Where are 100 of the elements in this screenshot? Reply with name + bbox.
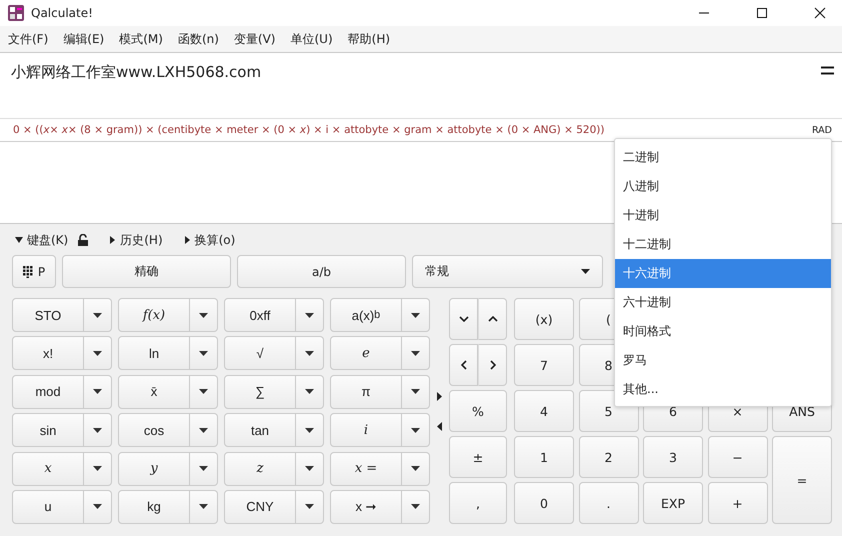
- key-menu-button[interactable]: [84, 336, 112, 370]
- calculator-key[interactable]: 3: [643, 436, 703, 478]
- calculator-key[interactable]: .: [578, 482, 638, 524]
- section-toggle[interactable]: 换算(o): [194, 232, 236, 248]
- function-key[interactable]: STO: [12, 298, 84, 332]
- calculator-key[interactable]: 4: [514, 390, 574, 432]
- function-key[interactable]: √: [224, 336, 296, 370]
- function-key[interactable]: x ➞: [330, 490, 402, 524]
- expand-left-icon[interactable]: [437, 422, 442, 430]
- expanded-icon[interactable]: [15, 236, 23, 244]
- key-menu-button[interactable]: [402, 413, 430, 448]
- menu-item[interactable]: 模式(M): [119, 30, 163, 48]
- key-menu-button[interactable]: [296, 413, 324, 448]
- function-key[interactable]: u: [12, 490, 84, 524]
- calculator-key[interactable]: 1: [514, 436, 574, 478]
- close-icon[interactable]: [814, 7, 826, 19]
- calculator-key[interactable]: ,: [449, 482, 507, 524]
- menu-item[interactable]: 文件(F): [8, 30, 48, 48]
- calculator-key[interactable]: +: [708, 482, 768, 524]
- calculator-key[interactable]: −: [708, 436, 768, 478]
- caret-icon: [411, 428, 420, 433]
- collapsed-icon[interactable]: [108, 236, 116, 244]
- key-menu-button[interactable]: [402, 452, 430, 486]
- function-key[interactable]: tan: [224, 413, 296, 448]
- lock-icon[interactable]: [78, 234, 88, 246]
- key-menu-button[interactable]: [296, 452, 324, 486]
- key-menu-button[interactable]: [84, 452, 112, 486]
- caret-icon: [305, 389, 314, 394]
- function-key[interactable]: x =: [330, 452, 402, 486]
- keypad-toggle-button[interactable]: P: [12, 255, 56, 288]
- function-key[interactable]: x: [12, 452, 84, 486]
- function-key[interactable]: kg: [118, 490, 190, 524]
- function-key[interactable]: 0xff: [224, 298, 296, 332]
- calculator-key[interactable]: 7: [514, 344, 574, 386]
- maximize-icon[interactable]: [756, 7, 768, 19]
- caret-icon: [93, 504, 102, 510]
- key-menu-button[interactable]: [402, 374, 430, 409]
- expand-right-icon[interactable]: [437, 392, 442, 400]
- key-menu-button[interactable]: [84, 490, 112, 524]
- calculator-key[interactable]: ±: [449, 436, 507, 478]
- menu-item[interactable]: 十进制: [615, 201, 831, 230]
- function-key[interactable]: i: [330, 413, 402, 448]
- caret-icon: [199, 312, 208, 318]
- section-toggle[interactable]: 历史(H): [120, 232, 163, 248]
- menu-item[interactable]: 十二进制: [615, 230, 831, 259]
- key-menu-button[interactable]: [296, 490, 324, 524]
- key-menu-button[interactable]: [296, 298, 324, 332]
- function-key[interactable]: ln: [118, 336, 190, 370]
- key-menu-button[interactable]: [190, 374, 218, 409]
- chevron-left-icon: [460, 360, 466, 370]
- calculator-key[interactable]: EXP: [643, 482, 703, 524]
- key-menu-button[interactable]: [190, 413, 218, 448]
- function-key[interactable]: sin: [12, 413, 84, 448]
- caret-icon: [305, 350, 314, 356]
- menu-item[interactable]: 函数(n): [178, 30, 219, 48]
- key-menu-button[interactable]: [84, 298, 112, 332]
- key-menu-button[interactable]: [190, 490, 218, 524]
- mode-button[interactable]: a∕b: [237, 255, 406, 288]
- key-menu-button[interactable]: [190, 336, 218, 370]
- menu-item[interactable]: 二进制: [615, 143, 831, 172]
- key-menu-button[interactable]: [402, 336, 430, 370]
- menu-item[interactable]: 帮助(H): [348, 30, 390, 48]
- section-toggle[interactable]: 键盘(K): [27, 232, 68, 248]
- function-key[interactable]: e: [330, 336, 402, 370]
- caret-icon: [199, 350, 208, 356]
- key-menu-button[interactable]: [190, 298, 218, 332]
- menu-item[interactable]: 编辑(E): [63, 30, 104, 48]
- expression-field[interactable]: 小辉网络工作室www.LXH5068.com: [11, 63, 262, 82]
- calculator-key[interactable]: =: [772, 436, 832, 524]
- key-menu-button[interactable]: [402, 298, 430, 332]
- function-key[interactable]: mod: [12, 374, 84, 409]
- calculator-key[interactable]: %: [449, 390, 507, 432]
- calculator-key[interactable]: (x): [514, 298, 574, 340]
- function-key[interactable]: cos: [118, 413, 190, 448]
- key-menu-button[interactable]: [84, 374, 112, 409]
- menu-item[interactable]: 单位(U): [290, 30, 333, 48]
- menu-item[interactable]: 十六进制: [615, 259, 831, 288]
- caret-icon: [411, 504, 420, 510]
- calculator-key[interactable]: 2: [578, 436, 638, 478]
- function-key[interactable]: f(x): [118, 298, 190, 332]
- function-key[interactable]: x!: [12, 336, 84, 370]
- function-key[interactable]: π: [330, 374, 402, 409]
- function-key[interactable]: y: [118, 452, 190, 486]
- menu-item[interactable]: 八进制: [615, 172, 831, 201]
- calculator-key[interactable]: 0: [514, 482, 574, 524]
- key-menu-button[interactable]: [84, 413, 112, 448]
- function-key[interactable]: ∑: [224, 374, 296, 409]
- collapsed-icon[interactable]: [182, 236, 191, 244]
- function-key[interactable]: CNY: [224, 490, 296, 524]
- key-menu-button[interactable]: [296, 374, 324, 409]
- key-menu-button[interactable]: [402, 490, 430, 524]
- caret-icon: [411, 350, 420, 356]
- menu-item[interactable]: 变量(V): [234, 30, 276, 48]
- key-menu-button[interactable]: [296, 336, 324, 370]
- function-key[interactable]: z: [224, 452, 296, 486]
- menu-icon[interactable]: [821, 66, 834, 75]
- key-menu-button[interactable]: [190, 452, 218, 486]
- function-key[interactable]: x̄: [118, 374, 190, 409]
- mode-button[interactable]: 精确: [62, 255, 231, 288]
- format-dropdown[interactable]: 常规: [412, 255, 603, 288]
